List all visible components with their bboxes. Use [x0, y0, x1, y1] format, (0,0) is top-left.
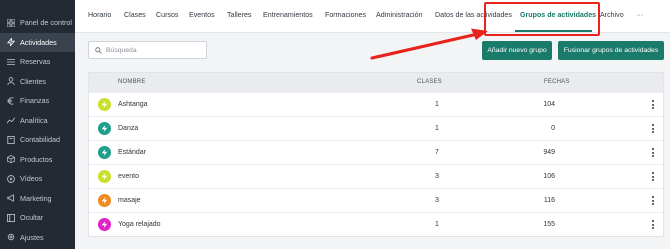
sidebar-item-label: Clientes — [20, 76, 46, 86]
sidebar-item-label: Contabilidad — [20, 135, 60, 145]
sidebar-item-label: Actividades — [20, 37, 57, 47]
sidebar-item-productos[interactable]: Productos — [0, 150, 75, 170]
row-classes: 1 — [435, 220, 439, 228]
sidebar-item-videos[interactable]: Vídeos — [0, 169, 75, 189]
sidebar-item-finanzas[interactable]: Finanzas — [0, 91, 75, 111]
activity-color-dot-icon — [98, 122, 111, 135]
row-name[interactable]: Yoga relajado — [118, 221, 161, 228]
tab-administracion[interactable]: Administración — [376, 11, 423, 19]
sidebar-item-label: Ocultar — [20, 213, 44, 223]
column-header-dates: FECHAS — [544, 79, 570, 85]
sidebar-item-label: Productos — [20, 154, 53, 164]
sidebar-item-analitica[interactable]: Analítica — [0, 111, 75, 131]
sidebar-item-contabilidad[interactable]: Contabilidad — [0, 130, 75, 150]
sidebar-item-label: Marketing — [20, 193, 52, 203]
table-row[interactable]: Ashtanga 1 104 — [89, 92, 663, 116]
tab-entrenamientos[interactable]: Entrenamientos — [263, 11, 313, 19]
table-row[interactable]: evento 3 106 — [89, 164, 663, 188]
box-icon — [6, 155, 15, 164]
row-classes: 3 — [435, 172, 439, 180]
search-icon — [95, 41, 102, 59]
tab-clases[interactable]: Clases — [124, 11, 146, 19]
sidebar-item-panel-de-control[interactable]: Panel de control — [0, 13, 75, 33]
tab-cursos[interactable]: Cursos — [156, 11, 178, 19]
grid-icon — [6, 18, 15, 27]
table-header: NOMBRE CLASES FECHAS — [89, 73, 663, 92]
row-menu-icon[interactable] — [650, 170, 656, 183]
sidebar-item-label: Ajustes — [20, 232, 44, 242]
table-body: Ashtanga 1 104 Danza 1 0 Estándar 7 949 evento 3 10… — [89, 92, 663, 236]
row-name[interactable]: evento — [118, 173, 139, 180]
row-menu-icon[interactable] — [650, 218, 656, 231]
row-classes: 7 — [435, 148, 439, 156]
tab-eventos[interactable]: Eventos — [189, 11, 215, 19]
activity-color-dot-icon — [98, 194, 111, 207]
calculator-icon — [6, 135, 15, 144]
sidebar-item-clientes[interactable]: Clientes — [0, 72, 75, 92]
add-group-button[interactable]: Añadir nuevo grupo — [482, 41, 552, 60]
row-classes: 1 — [435, 100, 439, 108]
sidebar-item-label: Finanzas — [20, 96, 50, 106]
row-menu-icon[interactable] — [650, 146, 656, 159]
activity-groups-table: NOMBRE CLASES FECHAS Ashtanga 1 104 Danza 1 0… — [88, 72, 664, 237]
sidebar-item-reservas[interactable]: Reservas — [0, 52, 75, 72]
tab-archivo[interactable]: Archivo — [600, 11, 624, 19]
row-classes: 3 — [435, 196, 439, 204]
sidebar-item-label: Panel de control — [20, 18, 72, 28]
tab-horario[interactable]: Horario — [88, 11, 111, 19]
merge-groups-button[interactable]: Fusionar grupos de actividades — [558, 41, 664, 60]
sidebar-item-label: Analítica — [20, 115, 48, 125]
sidebar-item-actividades[interactable]: Actividades — [0, 32, 75, 52]
row-name[interactable]: Ashtanga — [118, 101, 148, 108]
activity-color-dot-icon — [98, 146, 111, 159]
play-icon — [6, 174, 15, 183]
table-row[interactable]: Danza 1 0 — [89, 116, 663, 140]
tab-formaciones[interactable]: Formaciones — [325, 11, 366, 19]
sidebar-item-label: Reservas — [20, 57, 51, 67]
lightning-icon — [6, 38, 15, 47]
sidebar-item-marketing[interactable]: Marketing — [0, 189, 75, 209]
euro-icon — [6, 96, 15, 105]
row-menu-icon[interactable] — [650, 194, 656, 207]
user-icon — [6, 77, 15, 86]
row-name[interactable]: Danza — [118, 125, 138, 132]
tab-more[interactable]: ··· — [636, 11, 643, 19]
chart-icon — [6, 116, 15, 125]
row-menu-icon[interactable] — [650, 122, 656, 135]
column-header-classes: CLASES — [417, 79, 442, 85]
activity-color-dot-icon — [98, 170, 111, 183]
sidebar-item-ajustes[interactable]: Ajustes — [0, 228, 75, 248]
row-classes: 1 — [435, 124, 439, 132]
tab-talleres[interactable]: Talleres — [227, 11, 251, 19]
megaphone-icon — [6, 194, 15, 203]
list-icon — [6, 57, 15, 66]
sidebar: Panel de control Actividades Reservas Cl… — [0, 0, 75, 249]
row-name[interactable]: masaje — [118, 197, 141, 204]
sidebar-item-ocultar[interactable]: Ocultar — [0, 208, 75, 228]
table-row[interactable]: Yoga relajado 1 155 — [89, 212, 663, 236]
column-header-name: NOMBRE — [118, 79, 146, 85]
search-box[interactable] — [88, 41, 207, 59]
table-row[interactable]: masaje 3 116 — [89, 188, 663, 212]
row-name[interactable]: Estándar — [118, 149, 146, 156]
activity-color-dot-icon — [98, 218, 111, 231]
row-menu-icon[interactable] — [650, 98, 656, 111]
hide-icon — [6, 213, 15, 222]
sidebar-item-label: Vídeos — [20, 174, 43, 184]
search-input[interactable] — [106, 46, 201, 54]
table-row[interactable]: Estándar 7 949 — [89, 140, 663, 164]
gear-icon — [6, 233, 15, 242]
activity-color-dot-icon — [98, 98, 111, 111]
